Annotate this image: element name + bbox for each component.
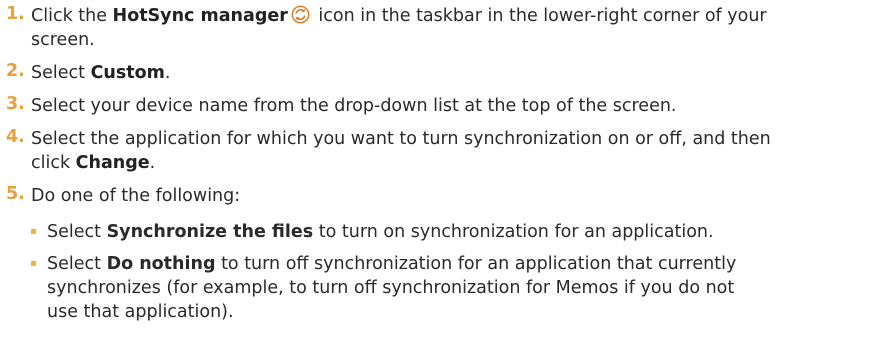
bullet-marker (31, 229, 36, 234)
bold-custom: Custom (90, 63, 165, 83)
bullet-synchronize: Select Synchronize the files to turn on … (0, 220, 878, 244)
step-2: 2. Select Custom. (6, 61, 171, 83)
instruction-document: 1. Click the HotSync manager icon in the… (0, 0, 878, 348)
bold-do-nothing: Do nothing (106, 254, 216, 274)
step-number: 5. (6, 184, 25, 204)
options-list: Select Synchronize the files to turn on … (0, 220, 878, 324)
step-number: 4. (6, 127, 25, 147)
bullet-marker (31, 261, 36, 266)
step-number: 1. (6, 4, 25, 24)
step-4: 4. Select the application for which you … (6, 127, 771, 173)
bullet-do-nothing: Select Do nothing to turn off synchroniz… (0, 252, 878, 324)
step-5: 5. Do one of the following: (6, 184, 241, 206)
step-1: 1. Click the HotSync manager icon in the… (6, 4, 767, 50)
step-number: 2. (6, 61, 25, 81)
bold-hotsync-manager: HotSync manager (112, 6, 288, 26)
step-3: 3. Select your device name from the drop… (6, 94, 677, 116)
steps-list: 1. Click the HotSync manager icon in the… (0, 0, 878, 208)
hotsync-icon (291, 5, 310, 24)
bold-change: Change (75, 153, 150, 173)
bold-synchronize-the-files: Synchronize the files (106, 222, 314, 242)
step-number: 3. (6, 94, 25, 114)
